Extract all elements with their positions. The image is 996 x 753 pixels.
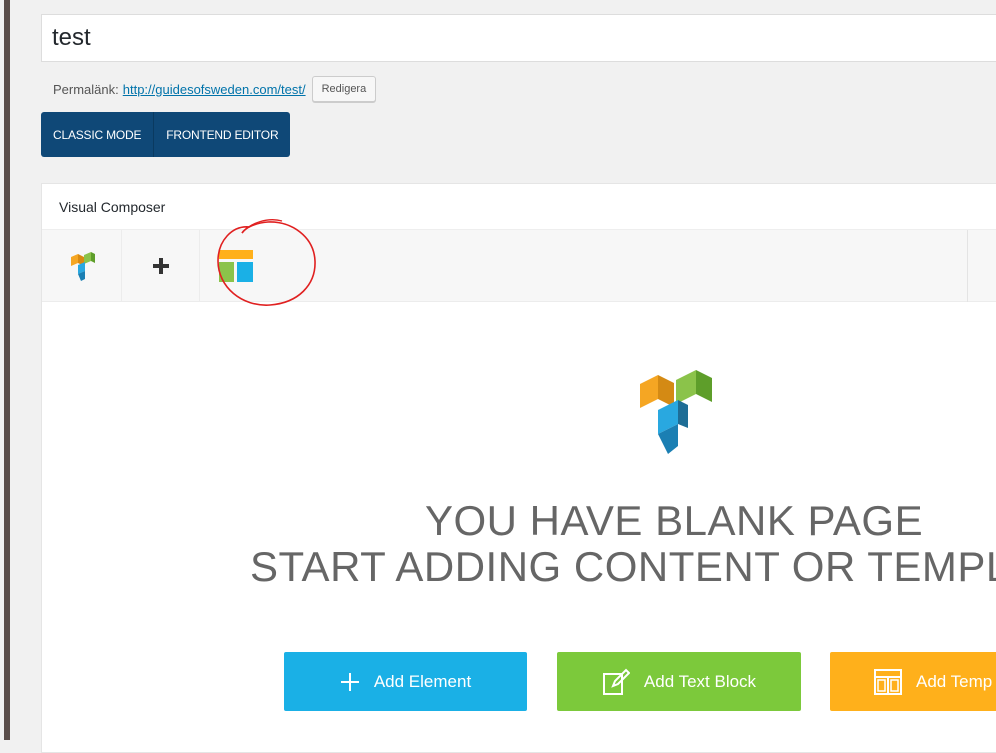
edit-icon (602, 668, 630, 696)
template-layout-icon (874, 668, 902, 695)
visual-composer-title: Visual Composer (42, 184, 996, 230)
classic-mode-button[interactable]: CLASSIC MODE (41, 112, 154, 157)
plus-icon (152, 257, 169, 274)
visual-composer-panel: Visual Composer YOU HAVE BLANK PAGE STAR… (41, 183, 996, 753)
add-text-block-button[interactable]: Add Text Block (557, 652, 801, 711)
add-element-label: Add Element (373, 671, 472, 691)
admin-sidebar-edge (0, 0, 12, 740)
composer-toolbar (42, 219, 996, 306)
frontend-editor-button[interactable]: FRONTEND EDITOR (153, 112, 291, 157)
permalink-edit-button[interactable]: Redigera (311, 76, 377, 102)
add-element-toolbar-button[interactable] (122, 230, 200, 301)
add-templates-button[interactable]: Add Temp (830, 652, 996, 711)
templates-toolbar-button[interactable] (200, 230, 272, 301)
add-templates-label: Add Temp (916, 671, 993, 691)
permalink-row: Permalänk: http://guidesofsweden.com/tes… (53, 76, 377, 102)
vc-logo-button[interactable] (42, 230, 122, 301)
add-element-button[interactable]: Add Element (284, 652, 527, 711)
blank-page-line2: START ADDING CONTENT OR TEMPL (250, 543, 996, 590)
vc-logo-icon (70, 251, 95, 281)
blank-page-area: YOU HAVE BLANK PAGE START ADDING CONTENT… (42, 302, 996, 752)
permalink-label: Permalänk: (53, 81, 119, 97)
blank-page-line1: YOU HAVE BLANK PAGE (425, 498, 924, 544)
templates-icon (219, 249, 253, 282)
toolbar-separator (967, 230, 968, 302)
permalink-link[interactable]: http://guidesofsweden.com/test/ (123, 82, 306, 97)
plus-icon (340, 672, 360, 692)
editor-mode-switch: CLASSIC MODE FRONTEND EDITOR (41, 112, 291, 157)
blank-page-message: YOU HAVE BLANK PAGE START ADDING CONTENT… (242, 498, 996, 590)
vc-large-logo-icon (640, 370, 712, 454)
sidebar-edge-strip (4, 0, 10, 740)
add-text-block-label: Add Text Block (643, 671, 757, 691)
post-title-input[interactable] (41, 14, 996, 62)
